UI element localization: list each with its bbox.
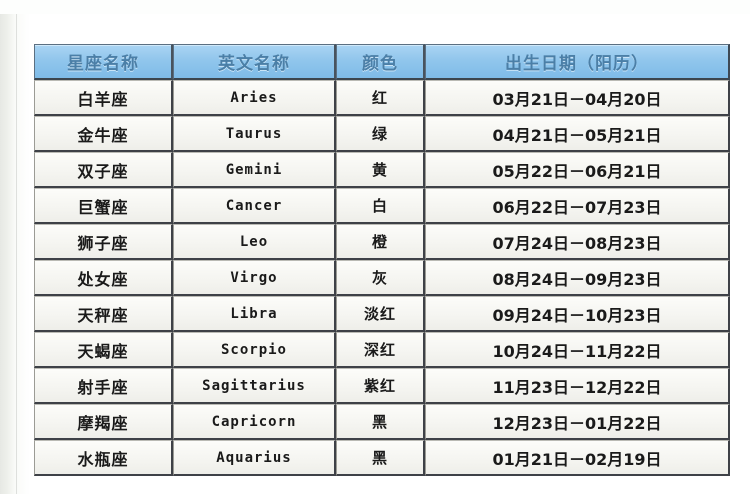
table-row: 天秤座 Libra 淡红 09月24日－10月23日	[34, 296, 730, 332]
cell-name_cn: 摩羯座	[34, 404, 173, 440]
table-header-row: 星座名称 英文名称 颜色 出生日期（阳历）	[34, 44, 730, 80]
cell-birthdate: 06月22日－07月23日	[425, 188, 730, 224]
cell-name_cn: 处女座	[34, 260, 173, 296]
page-left-edge-shadow	[0, 0, 16, 500]
cell-birthdate: 04月21日－05月21日	[425, 116, 730, 152]
table-row: 狮子座 Leo 橙 07月24日－08月23日	[34, 224, 730, 260]
table-row: 白羊座 Aries 红 03月21日－04月20日	[34, 80, 730, 116]
cell-color: 白	[336, 188, 425, 224]
cell-birthdate: 12月23日－01月22日	[425, 404, 730, 440]
table-header: 星座名称 英文名称 颜色 出生日期（阳历）	[34, 44, 730, 80]
cell-name_en: Aries	[173, 80, 336, 116]
cell-name_en: Aquarius	[173, 440, 336, 476]
cell-color: 绿	[336, 116, 425, 152]
cell-name_en: Libra	[173, 296, 336, 332]
table-row: 巨蟹座 Cancer 白 06月22日－07月23日	[34, 188, 730, 224]
cropped-text-sliver: · · · · · · · ·	[0, 0, 750, 14]
cell-name_cn: 天蝎座	[34, 332, 173, 368]
column-header-birthdate: 出生日期（阳历）	[425, 44, 730, 80]
table-row: 水瓶座 Aquarius 黑 01月21日－02月19日	[34, 440, 730, 476]
cell-name_en: Sagittarius	[173, 368, 336, 404]
cell-name_en: Gemini	[173, 152, 336, 188]
scanned-page: · · · · · · · · 星座名称 英文名称 颜色 出生日期（阳历） 白羊…	[0, 0, 750, 500]
cell-name_en: Leo	[173, 224, 336, 260]
column-header-color: 颜色	[336, 44, 425, 80]
table-row: 摩羯座 Capricorn 黑 12月23日－01月22日	[34, 404, 730, 440]
cell-name_cn: 双子座	[34, 152, 173, 188]
cell-name_cn: 射手座	[34, 368, 173, 404]
page-bottom-crop	[0, 494, 750, 500]
cell-name_en: Scorpio	[173, 332, 336, 368]
cell-name_cn: 金牛座	[34, 116, 173, 152]
cell-birthdate: 03月21日－04月20日	[425, 80, 730, 116]
table-row: 双子座 Gemini 黄 05月22日－06月21日	[34, 152, 730, 188]
cell-name_cn: 狮子座	[34, 224, 173, 260]
column-header-name-cn: 星座名称	[34, 44, 173, 80]
table-row: 射手座 Sagittarius 紫红 11月23日－12月22日	[34, 368, 730, 404]
cell-name_en: Capricorn	[173, 404, 336, 440]
cell-color: 深红	[336, 332, 425, 368]
cell-name_en: Taurus	[173, 116, 336, 152]
cell-birthdate: 01月21日－02月19日	[425, 440, 730, 476]
cell-color: 红	[336, 80, 425, 116]
cell-birthdate: 08月24日－09月23日	[425, 260, 730, 296]
cell-color: 黄	[336, 152, 425, 188]
cell-name_en: Cancer	[173, 188, 336, 224]
cell-name_cn: 白羊座	[34, 80, 173, 116]
zodiac-table: 星座名称 英文名称 颜色 出生日期（阳历） 白羊座 Aries 红 03月21日－04…	[34, 44, 730, 476]
column-header-name-en: 英文名称	[173, 44, 336, 80]
cell-color: 紫红	[336, 368, 425, 404]
table-row: 处女座 Virgo 灰 08月24日－09月23日	[34, 260, 730, 296]
cell-color: 黑	[336, 440, 425, 476]
cell-birthdate: 07月24日－08月23日	[425, 224, 730, 260]
cell-birthdate: 05月22日－06月21日	[425, 152, 730, 188]
cell-color: 橙	[336, 224, 425, 260]
cell-birthdate: 11月23日－12月22日	[425, 368, 730, 404]
cell-name_cn: 天秤座	[34, 296, 173, 332]
cell-birthdate: 10月24日－11月22日	[425, 332, 730, 368]
cell-color: 黑	[336, 404, 425, 440]
cell-color: 淡红	[336, 296, 425, 332]
cell-name_cn: 水瓶座	[34, 440, 173, 476]
table-body: 白羊座 Aries 红 03月21日－04月20日 金牛座 Taurus 绿 04月21日－0…	[34, 80, 730, 476]
table-row: 金牛座 Taurus 绿 04月21日－05月21日	[34, 116, 730, 152]
table-row: 天蝎座 Scorpio 深红 10月24日－11月22日	[34, 332, 730, 368]
cell-name_en: Virgo	[173, 260, 336, 296]
cell-birthdate: 09月24日－10月23日	[425, 296, 730, 332]
cell-name_cn: 巨蟹座	[34, 188, 173, 224]
cell-color: 灰	[336, 260, 425, 296]
cropped-text: · · · · · · · ·	[258, 0, 425, 6]
page-left-rule	[16, 0, 17, 500]
